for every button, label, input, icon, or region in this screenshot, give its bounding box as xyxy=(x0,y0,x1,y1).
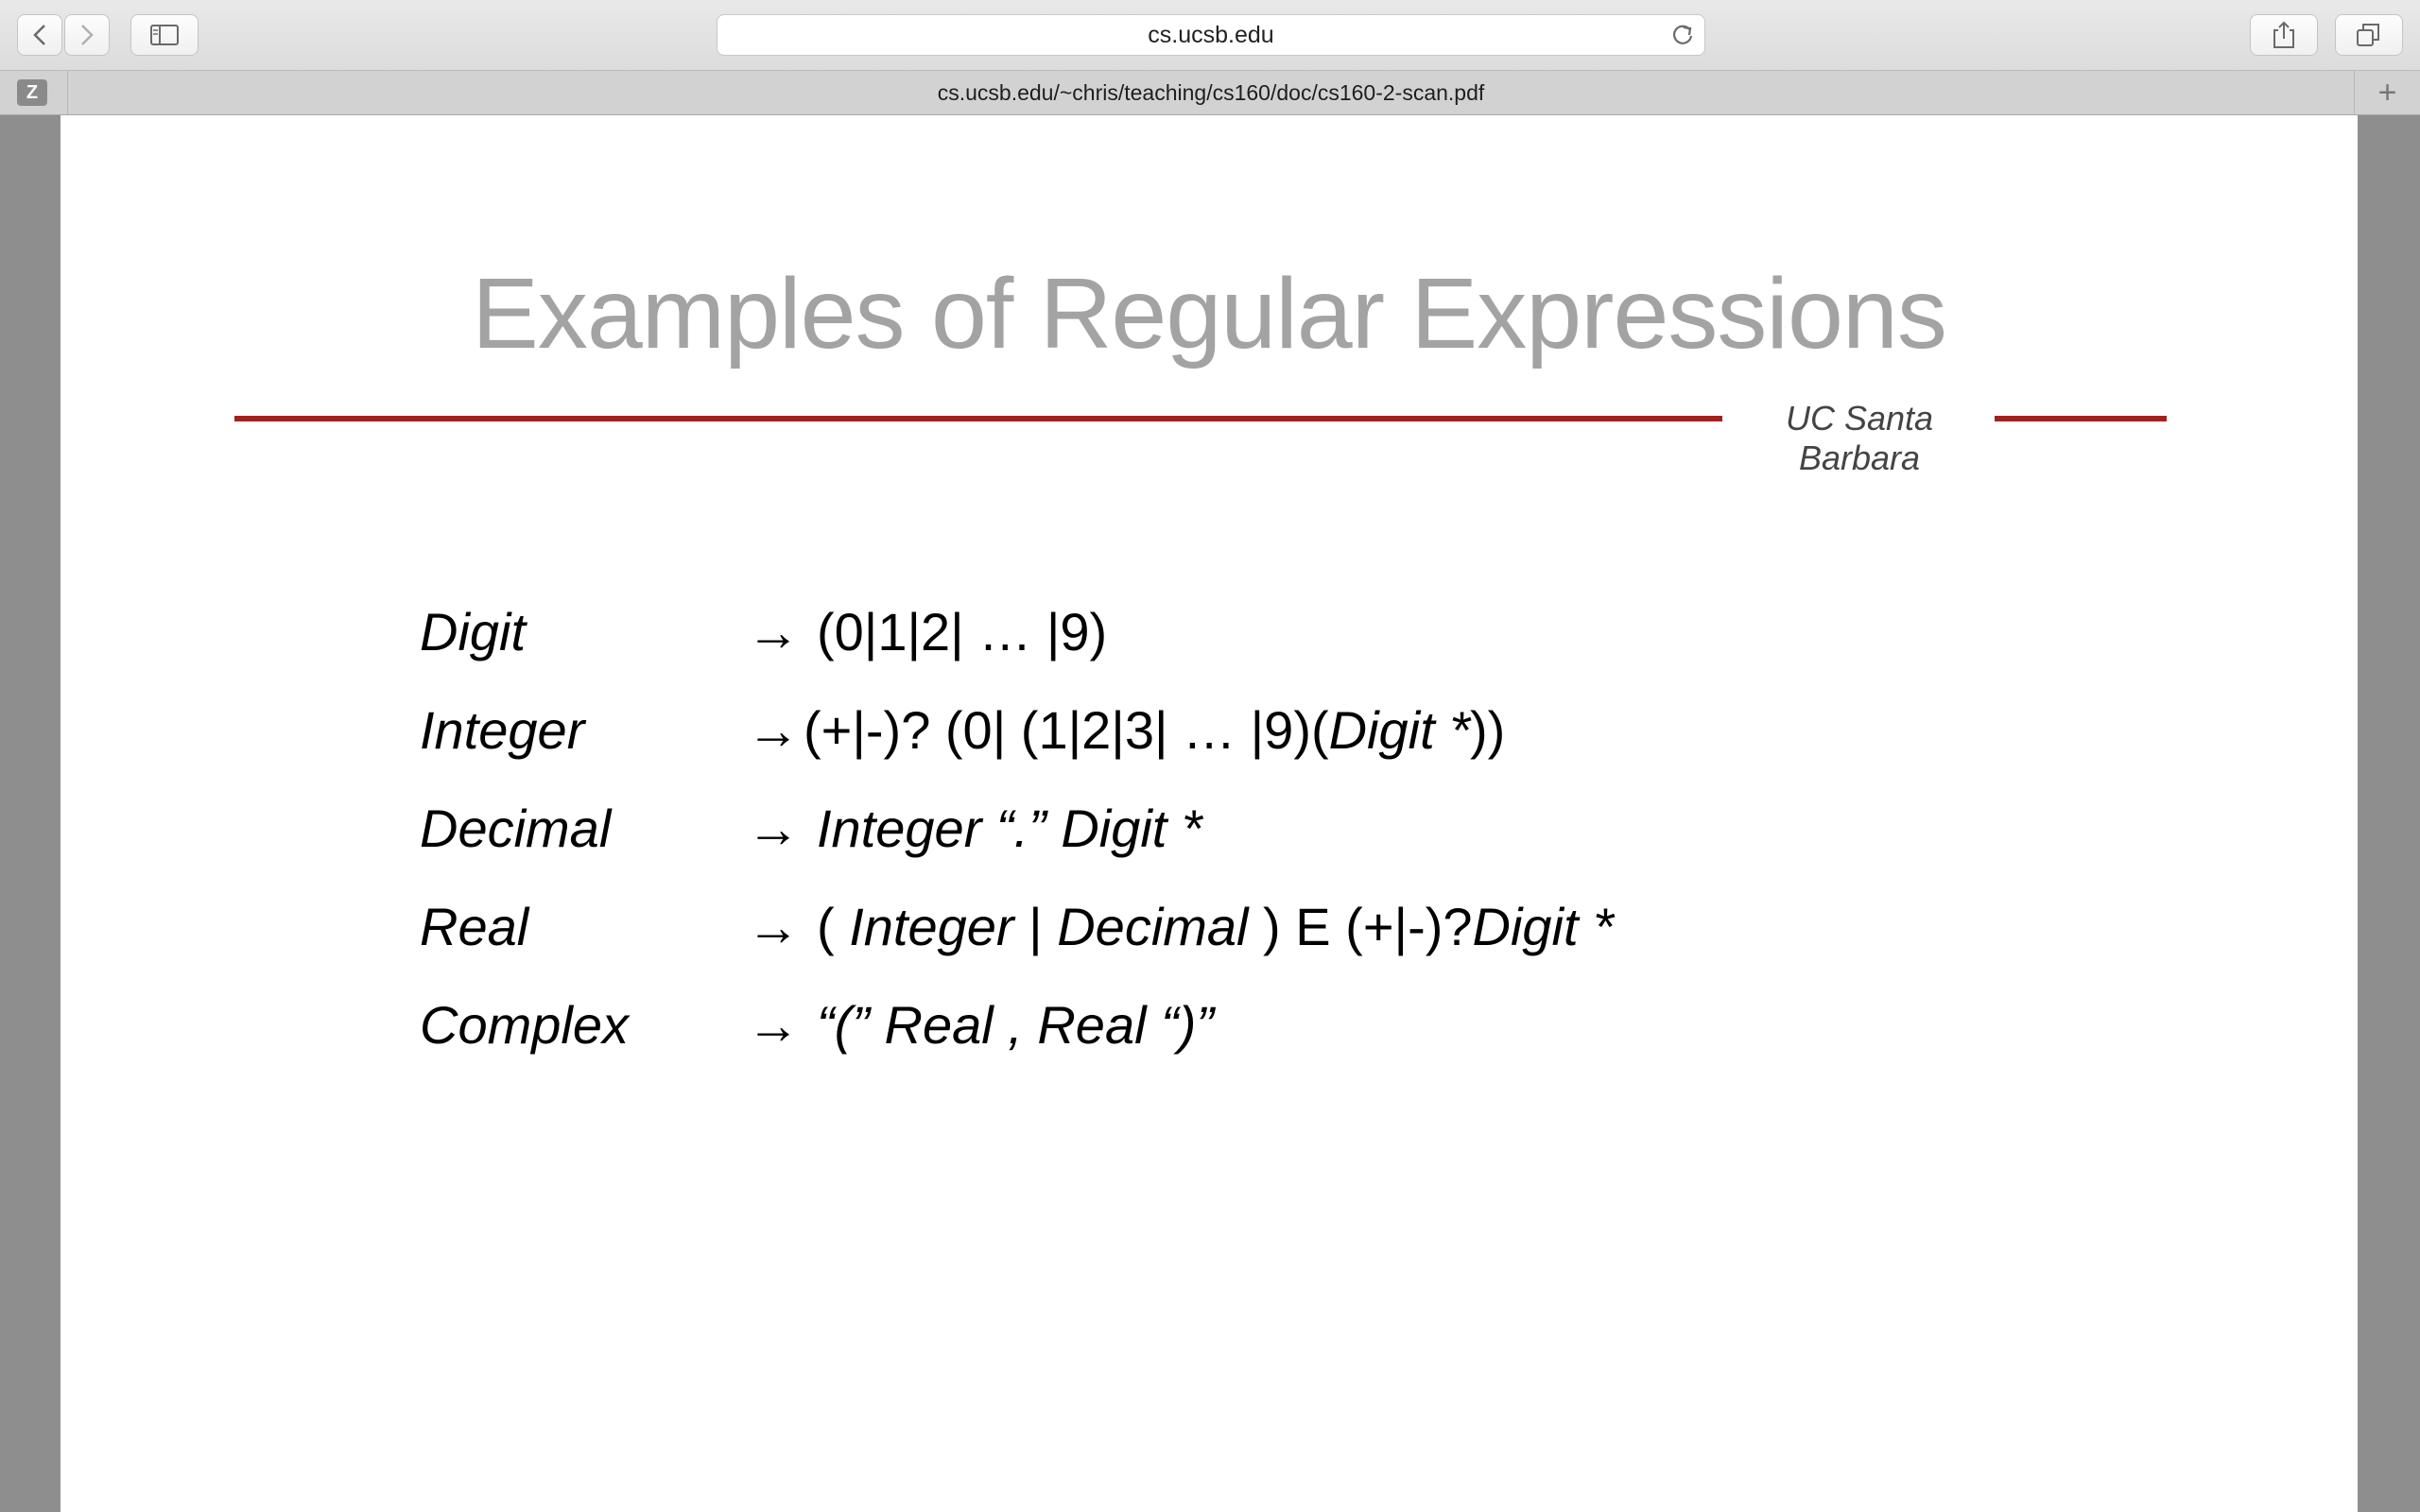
title-rule-right xyxy=(1995,416,2167,421)
arrow: → xyxy=(747,799,800,858)
rule-name: Decimal xyxy=(420,799,612,858)
rule-name: Integer xyxy=(420,700,585,760)
address-text: cs.ucsb.edu xyxy=(1148,22,1274,48)
forward-button[interactable] xyxy=(64,14,110,56)
pinned-tab-favicon: Z xyxy=(17,79,47,106)
forward-icon xyxy=(81,25,94,45)
tab-bar: Z cs.ucsb.edu/~chris/teaching/cs160/doc/… xyxy=(0,71,2420,115)
rule-definition: (+|-)? (0| (1|2|3| … |9)(Digit *)) xyxy=(804,700,1506,760)
address-bar[interactable]: cs.ucsb.edu xyxy=(717,14,1705,56)
back-button[interactable] xyxy=(17,14,62,56)
rule-name: Real xyxy=(420,897,529,956)
share-icon xyxy=(2273,21,2294,48)
pdf-page: Examples of Regular Expressions UC Santa… xyxy=(60,115,2358,1512)
tabs-overview-button[interactable] xyxy=(2335,14,2403,56)
tabs-overview-icon xyxy=(2357,24,2379,46)
browser-toolbar: cs.ucsb.edu xyxy=(0,0,2420,71)
arrow: → xyxy=(747,897,800,956)
rule-name: Digit xyxy=(420,602,527,662)
sidebar-button[interactable] xyxy=(130,14,199,56)
arrow: → xyxy=(747,700,800,760)
sidebar-icon xyxy=(150,25,179,45)
share-button[interactable] xyxy=(2250,14,2318,56)
rule-definition: ( Integer | Decimal ) E (+|-)?Digit * xyxy=(817,897,1614,956)
back-icon xyxy=(33,25,45,45)
rule-definition: (0|1|2| … |9) xyxy=(817,602,1108,662)
arrow: → xyxy=(747,602,800,662)
reload-icon[interactable] xyxy=(1670,23,1695,47)
institution-label: UC Santa Barbara xyxy=(1785,399,1934,477)
new-tab-button[interactable]: + xyxy=(2354,71,2420,114)
rule-name: Complex xyxy=(420,995,629,1055)
rule-definition: Integer “.” Digit * xyxy=(817,799,1202,858)
active-tab-title[interactable]: cs.ucsb.edu/~chris/teaching/cs160/doc/cs… xyxy=(68,71,2354,114)
slide-title: Examples of Regular Expressions xyxy=(472,258,1947,369)
pinned-tab[interactable]: Z xyxy=(0,71,68,114)
title-rule-left xyxy=(234,416,1722,421)
rule-definition: “(” Real , Real “)” xyxy=(817,995,1215,1055)
arrow: → xyxy=(747,995,800,1055)
